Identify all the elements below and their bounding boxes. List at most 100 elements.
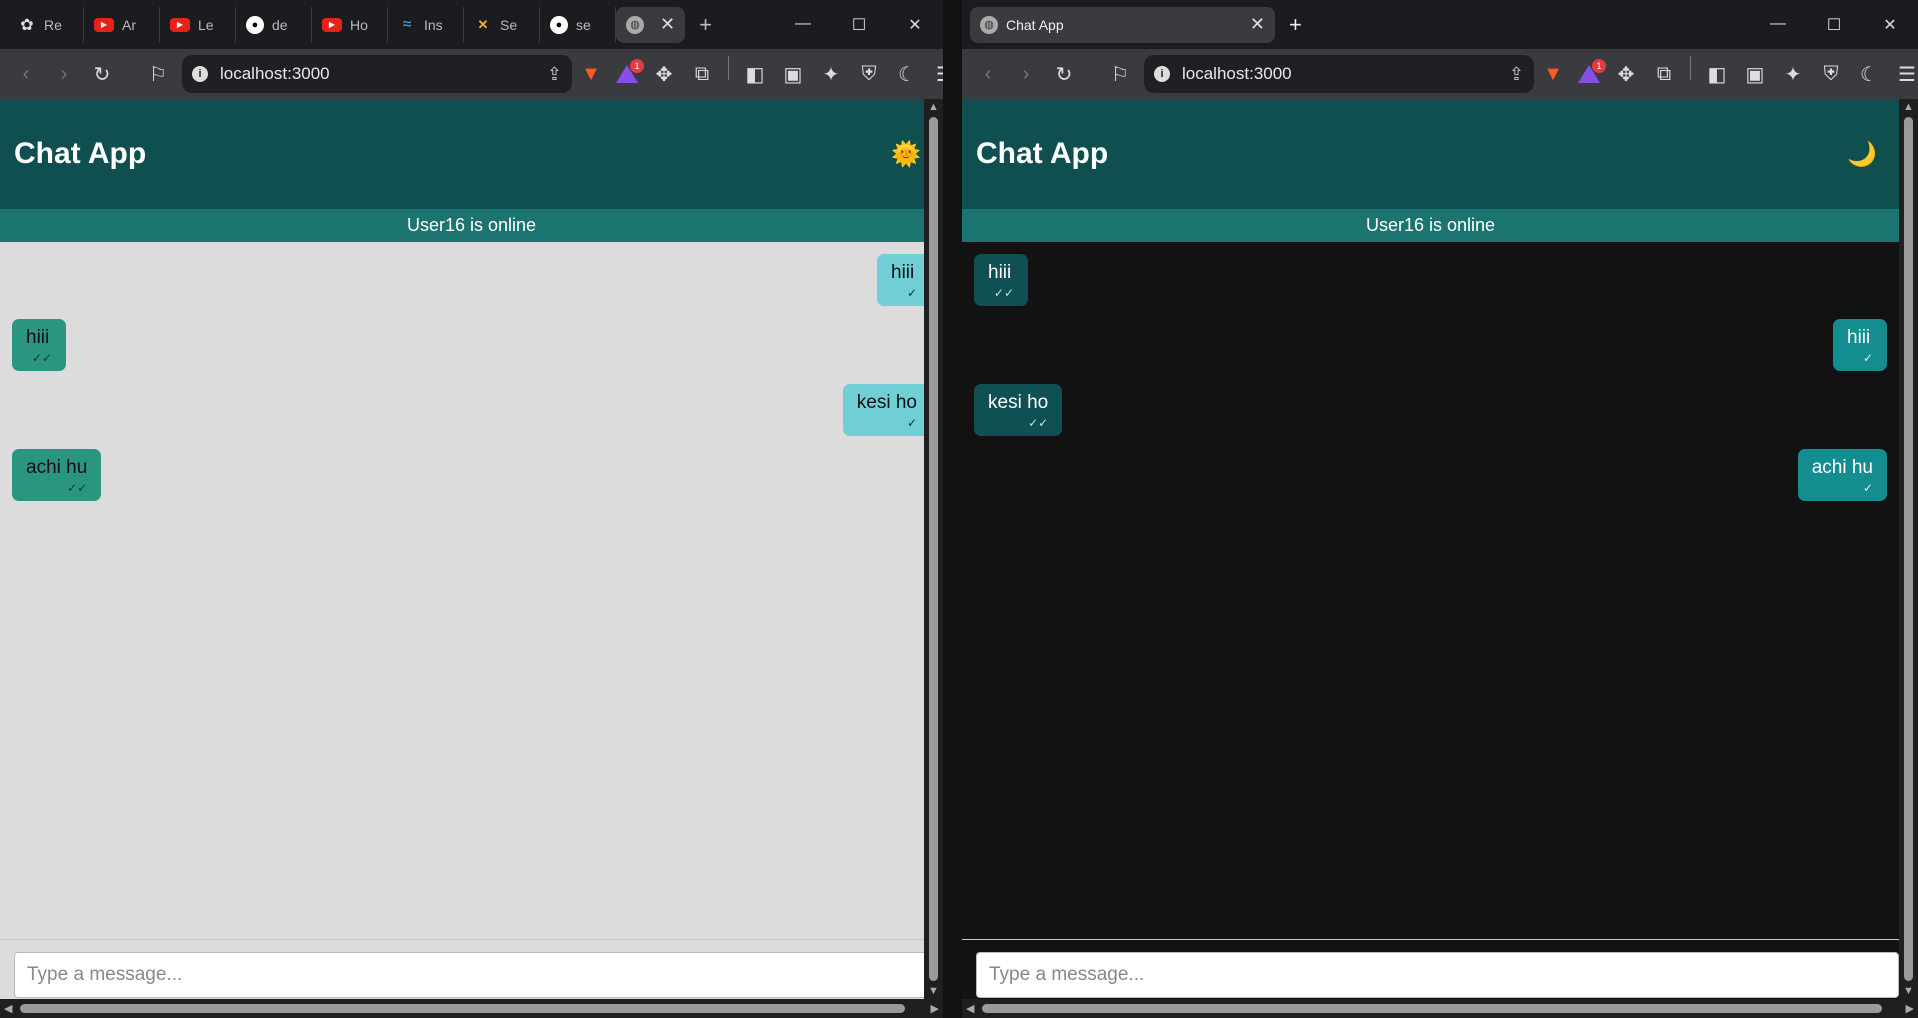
message-row: hiii ✓ [12, 254, 931, 306]
back-icon[interactable]: ‹ [970, 56, 1006, 92]
site-info-icon[interactable]: i [192, 66, 208, 82]
share-icon[interactable]: ⇪ [1509, 64, 1524, 85]
brave-shields-icon[interactable]: ▼ [1536, 57, 1570, 91]
message-bubble-out: hiii ✓ [1833, 319, 1887, 371]
site-info-icon[interactable]: i [1154, 66, 1170, 82]
new-tab-button[interactable]: + [685, 12, 726, 38]
app-title: Chat App [14, 137, 147, 170]
brave-rewards-icon[interactable]: 1 [1572, 57, 1606, 91]
tab-5[interactable]: ≈ Ins [388, 6, 464, 43]
close-window-icon[interactable]: ✕ [1862, 15, 1918, 35]
online-status: User16 is online [962, 209, 1899, 242]
scroll-up-icon[interactable]: ▲ [924, 101, 943, 113]
chatgpt-icon: ✿ [20, 16, 34, 34]
tab-label: Ar [122, 16, 136, 33]
scrollbar-thumb[interactable] [982, 1004, 1882, 1013]
leo-ai-icon[interactable]: ✦ [1775, 56, 1811, 92]
minimize-icon[interactable]: — [1750, 15, 1806, 35]
tab-1[interactable]: ▶ Ar [84, 6, 160, 43]
toolbar-separator [1690, 56, 1691, 80]
composer [0, 939, 943, 999]
bookmark-icon[interactable]: ⚐ [1102, 56, 1138, 92]
message-input[interactable] [976, 952, 1899, 998]
theme-icon[interactable]: ☾ [889, 56, 925, 92]
wallet-icon[interactable]: ▣ [775, 56, 811, 92]
menu-icon[interactable]: ☰ [927, 56, 943, 92]
scroll-left-icon[interactable]: ◀ [4, 1002, 12, 1015]
share-icon[interactable]: ⇪ [547, 64, 562, 85]
scroll-up-icon[interactable]: ▲ [1899, 101, 1918, 113]
reader-icon[interactable]: ⧉ [684, 56, 720, 92]
menu-icon[interactable]: ☰ [1889, 56, 1918, 92]
message-input[interactable] [14, 952, 943, 998]
tab-0[interactable]: ✿ Re [8, 6, 84, 43]
sent-tick-icon: ✓ [1862, 481, 1873, 495]
horizontal-scrollbar[interactable]: ◀ ▶ [962, 999, 1918, 1018]
scrollbar-thumb[interactable] [929, 117, 938, 981]
scrollbar-thumb[interactable] [20, 1004, 905, 1013]
scrollbar-thumb[interactable] [1904, 117, 1913, 981]
address-bar[interactable]: i localhost:3000 ⇪ [182, 55, 572, 93]
message-bubble-in: hiii ✓✓ [974, 254, 1028, 306]
message-row: hiii ✓ [974, 319, 1887, 371]
minimize-icon[interactable]: — [775, 15, 831, 35]
vertical-scrollbar[interactable]: ▲ ▼ [1899, 99, 1918, 999]
url-text: localhost:3000 [1182, 64, 1292, 83]
tab-strip: ◍ Chat App ✕ + — ☐ ✕ [962, 0, 1918, 49]
reload-icon[interactable]: ↻ [84, 56, 120, 92]
horizontal-scrollbar[interactable]: ◀ ▶ [0, 999, 943, 1018]
tab-active[interactable]: ◍ Chat App ✕ [970, 6, 1275, 43]
address-bar[interactable]: i localhost:3000 ⇪ [1144, 55, 1534, 93]
vertical-scrollbar[interactable]: ▲ ▼ [924, 99, 943, 999]
reload-icon[interactable]: ↻ [1046, 56, 1082, 92]
brave-rewards-icon[interactable]: 1 [610, 57, 644, 91]
back-icon[interactable]: ‹ [8, 56, 44, 92]
window-divider [943, 0, 962, 1018]
forward-icon[interactable]: › [46, 56, 82, 92]
vpn-icon[interactable]: ⛨ [1813, 56, 1849, 92]
tab-6[interactable]: ✕ Se [464, 6, 540, 43]
scroll-down-icon[interactable]: ▼ [1899, 985, 1918, 997]
tab-label: Re [44, 16, 62, 33]
message-row: kesi ho ✓✓ [974, 384, 1887, 436]
maximize-icon[interactable]: ☐ [831, 15, 887, 35]
leo-ai-icon[interactable]: ✦ [813, 56, 849, 92]
sidebar-icon[interactable]: ◧ [737, 56, 773, 92]
tab-label: Ho [350, 16, 368, 33]
github-icon: ● [550, 15, 568, 34]
message-bubble-in: hiii ✓✓ [12, 319, 66, 371]
tab-2[interactable]: ▶ Le [160, 6, 236, 43]
tab-7[interactable]: ● se [540, 6, 616, 43]
brave-shields-icon[interactable]: ▼ [574, 57, 608, 91]
read-tick-icon: ✓✓ [1028, 416, 1049, 430]
extensions-icon[interactable]: ✥ [1608, 56, 1644, 92]
moon-icon[interactable]: 🌙 [1847, 140, 1885, 169]
message-text: hiii [26, 327, 50, 348]
new-tab-button[interactable]: + [1275, 12, 1316, 38]
scroll-right-icon[interactable]: ▶ [931, 1002, 939, 1015]
composer [962, 939, 1899, 999]
bookmark-icon[interactable]: ⚐ [140, 56, 176, 92]
tab-3[interactable]: ● de [236, 6, 312, 43]
scroll-left-icon[interactable]: ◀ [966, 1002, 974, 1015]
read-tick-icon: ✓✓ [67, 481, 88, 495]
theme-icon[interactable]: ☾ [1851, 56, 1887, 92]
message-row: kesi ho ✓ [12, 384, 931, 436]
reader-icon[interactable]: ⧉ [1646, 56, 1682, 92]
wallet-icon[interactable]: ▣ [1737, 56, 1773, 92]
scroll-down-icon[interactable]: ▼ [924, 985, 943, 997]
tab-active[interactable]: ◍ ✕ [616, 6, 686, 43]
tailwind-icon: ≈ [402, 15, 412, 33]
maximize-icon[interactable]: ☐ [1806, 15, 1862, 35]
sent-tick-icon: ✓ [906, 286, 917, 300]
sidebar-icon[interactable]: ◧ [1699, 56, 1735, 92]
vpn-icon[interactable]: ⛨ [851, 56, 887, 92]
tab-4[interactable]: ▶ Ho [312, 6, 388, 43]
close-tab-icon[interactable]: ✕ [1250, 14, 1265, 35]
forward-icon[interactable]: › [1008, 56, 1044, 92]
extensions-icon[interactable]: ✥ [646, 56, 682, 92]
close-window-icon[interactable]: ✕ [887, 15, 943, 35]
scroll-right-icon[interactable]: ▶ [1906, 1002, 1914, 1015]
close-tab-icon[interactable]: ✕ [660, 14, 675, 35]
message-row: achi hu ✓ [974, 449, 1887, 501]
